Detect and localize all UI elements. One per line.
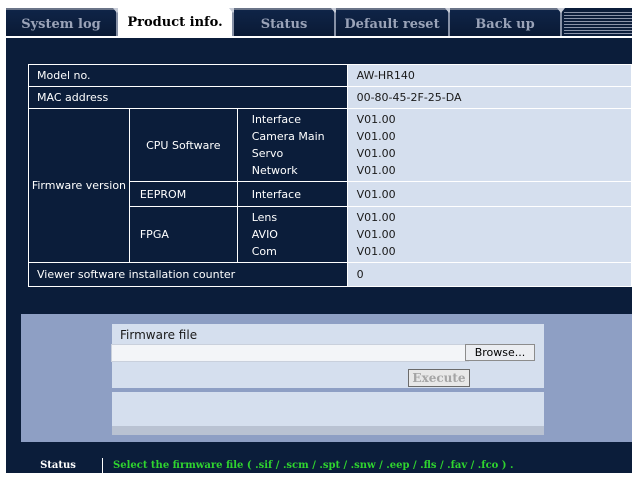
cpu-values: V01.00 V01.00 V01.00 V01.00 — [346, 108, 633, 182]
fpga-item: Lens — [251, 211, 278, 224]
firmware-version-label: Firmware version — [28, 108, 130, 263]
tab-system-log[interactable]: System log — [6, 8, 116, 36]
cpu-value: V01.00 — [356, 147, 396, 160]
status-message: Select the firmware file ( .sif / .scm /… — [113, 460, 514, 471]
installation-counter-value: 0 — [346, 262, 633, 287]
cpu-item: Network — [251, 164, 298, 177]
cpu-items: Interface Camera Main Servo Network — [236, 108, 348, 182]
fpga-value: V01.00 — [356, 228, 396, 241]
firmware-file-input[interactable] — [111, 344, 469, 362]
fpga-items: Lens AVIO Com — [236, 206, 348, 263]
fpga-item: Com — [251, 245, 277, 258]
cpu-item: Servo — [251, 147, 284, 160]
model-value: AW-HR140 — [346, 64, 633, 87]
installation-counter-label: Viewer software installation counter — [28, 262, 348, 287]
fpga-item: AVIO — [251, 228, 278, 241]
cpu-item: Camera Main — [251, 130, 325, 143]
tab-separator — [557, 8, 565, 36]
tab-bar-stripes — [564, 12, 632, 34]
cpu-value: V01.00 — [356, 113, 396, 126]
tab-default-reset[interactable]: Default reset — [336, 8, 448, 36]
status-bar: Status Select the firmware file ( .sif /… — [8, 458, 626, 473]
browse-button[interactable]: Browse... — [465, 344, 535, 361]
firmware-upload-panel: Firmware file Browse... Execute — [21, 314, 632, 442]
firmware-file-box: Firmware file Browse... Execute — [111, 324, 544, 388]
fpga-value: V01.00 — [356, 245, 396, 258]
mac-value: 00-80-45-2F-25-DA — [346, 86, 633, 109]
cpu-item: Interface — [251, 113, 301, 126]
status-divider — [102, 458, 103, 473]
fpga-value: V01.00 — [356, 211, 396, 224]
fpga-values: V01.00 V01.00 V01.00 — [346, 206, 633, 263]
eeprom-value: V01.00 — [346, 181, 633, 207]
firmware-file-title: Firmware file — [120, 328, 198, 342]
status-label: Status — [40, 460, 76, 471]
tab-underline — [6, 36, 632, 38]
tab-bar: System log Product info. Status Default … — [6, 8, 632, 38]
product-info-table: Model no. AW-HR140 MAC address 00-80-45-… — [28, 64, 633, 287]
model-label: Model no. — [28, 64, 348, 87]
cpu-value: V01.00 — [356, 164, 396, 177]
cpu-software-label: CPU Software — [128, 108, 238, 182]
mac-label: MAC address — [28, 86, 348, 109]
tab-product-info[interactable]: Product info. — [118, 8, 232, 38]
window-frame: System log Product info. Status Default … — [6, 8, 633, 473]
eeprom-item: Interface — [236, 181, 348, 207]
upload-log-scrollbar[interactable] — [112, 426, 544, 435]
cpu-value: V01.00 — [356, 130, 396, 143]
upload-log-area — [112, 392, 544, 428]
eeprom-label: EEPROM — [128, 181, 238, 207]
execute-button[interactable]: Execute — [408, 369, 470, 387]
fpga-label: FPGA — [128, 206, 238, 263]
tab-status[interactable]: Status — [234, 8, 334, 36]
tab-back-up[interactable]: Back up — [450, 8, 560, 36]
